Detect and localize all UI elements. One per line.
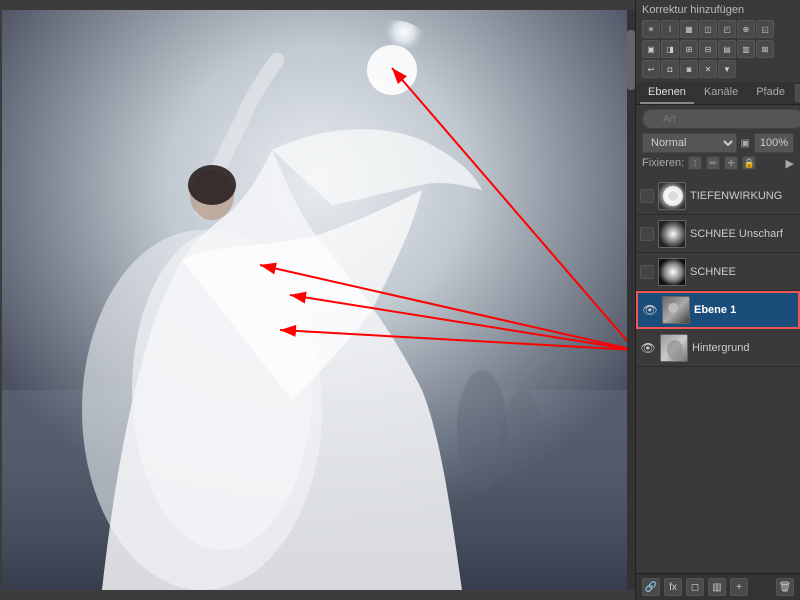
fix-lock-icon[interactable]: 🔒 xyxy=(742,156,756,170)
new-group-btn[interactable]: ▥ xyxy=(708,578,726,596)
layer-schnee-unscharf[interactable]: SCHNEE Unscharf xyxy=(636,215,800,253)
gradient-icon[interactable]: ◙ xyxy=(680,60,698,78)
layer-hintergrund[interactable]: 👁 Hintergrund xyxy=(636,329,800,367)
layer-tiefenwirkung[interactable]: TIEFENWIRKUNG xyxy=(636,177,800,215)
tab-ebenen[interactable]: Ebenen xyxy=(640,82,694,104)
invert-icon[interactable]: ⊟ xyxy=(699,40,717,58)
panel-footer: 🔗 fx ◻ ▥ + 🗑 xyxy=(636,573,800,600)
posterize-icon[interactable]: ▤ xyxy=(718,40,736,58)
layer-name-hintergrund: Hintergrund xyxy=(692,342,796,354)
panel-header: Korrektur hinzufügen ☀ ⌇ ▦ ◫ ◰ ⊕ ◱ ▣ ◨ ⊞… xyxy=(636,0,800,82)
solid-color-icon[interactable]: ↩ xyxy=(642,60,660,78)
delete-layer-btn[interactable]: 🗑 xyxy=(776,578,794,596)
exposure-icon[interactable]: ◱ xyxy=(756,20,774,38)
layer-name-schnee-unscharf: SCHNEE Unscharf xyxy=(690,228,796,240)
layer-schnee[interactable]: SCHNEE xyxy=(636,253,800,291)
add-mask-btn[interactable]: ◻ xyxy=(686,578,704,596)
layer-name-ebene1: Ebene 1 xyxy=(694,304,794,316)
layer-eye-ebene1[interactable]: 👁 xyxy=(642,302,658,318)
tab-pfade[interactable]: Pfade xyxy=(748,82,793,104)
layer-visibility-schnee[interactable] xyxy=(640,265,654,279)
fixieren-row: Fixieren: ⁝ ✏ ✛ 🔒 ▶ xyxy=(642,156,794,170)
threshold-icon[interactable]: ▥ xyxy=(737,40,755,58)
layer-eye-hintergrund[interactable]: 👁 xyxy=(640,340,656,356)
search-wrapper: 🔍 xyxy=(642,109,800,129)
layer-thumb-schnee xyxy=(658,258,686,286)
extra1-icon[interactable]: ✕ xyxy=(699,60,717,78)
levels-icon[interactable]: ▦ xyxy=(680,20,698,38)
hsl-icon[interactable]: ◫ xyxy=(699,20,717,38)
layer-thumb-tiefenwirkung xyxy=(658,182,686,210)
fix-move-icon[interactable]: ✛ xyxy=(724,156,738,170)
search-input[interactable] xyxy=(642,109,800,129)
canvas-area xyxy=(0,0,635,600)
toolbar-row-1: ☀ ⌇ ▦ ◫ ◰ ⊕ ◱ xyxy=(642,20,794,38)
curves-icon[interactable]: ⌇ xyxy=(661,20,679,38)
canvas-scrollbar-thumb[interactable] xyxy=(627,30,635,90)
tab-kanaele[interactable]: Kanäle xyxy=(696,82,746,104)
color-balance-icon[interactable]: ◰ xyxy=(718,20,736,38)
blend-mode-select[interactable]: Normal xyxy=(642,133,737,153)
add-layer-icon[interactable]: ▼ xyxy=(718,60,736,78)
layer-thumb-ebene1 xyxy=(662,296,690,324)
layer-thumb-schnee-unscharf xyxy=(658,220,686,248)
channel-mixer-icon[interactable]: ⊞ xyxy=(680,40,698,58)
opacity-input[interactable] xyxy=(754,133,794,153)
fix-position-icon[interactable]: ⁝ xyxy=(688,156,702,170)
layer-name-schnee: SCHNEE xyxy=(690,266,796,278)
layer-ebene1[interactable]: 👁 Ebene 1 xyxy=(636,291,800,329)
blend-mode-row: Normal ▣ xyxy=(642,133,794,153)
tabs-row: Ebenen Kanäle Pfade ▼ ◱ xyxy=(636,82,800,105)
gradient-map-icon[interactable]: ▣ xyxy=(642,40,660,58)
opacity-label: ▣ xyxy=(741,138,750,149)
layer-thumb-hintergrund xyxy=(660,334,688,362)
selective-color-icon[interactable]: ⊠ xyxy=(756,40,774,58)
fix-brush-icon[interactable]: ✏ xyxy=(706,156,720,170)
fixieren-label: Fixieren: xyxy=(642,157,684,169)
new-layer-btn[interactable]: + xyxy=(730,578,748,596)
search-row: 🔍 + ▦ xyxy=(642,109,794,129)
link-layers-btn[interactable]: 🔗 xyxy=(642,578,660,596)
toolbar-row-3: ↩ ◘ ◙ ✕ ▼ xyxy=(642,60,794,78)
layer-visibility-schnee-unscharf[interactable] xyxy=(640,227,654,241)
photo-background xyxy=(2,10,632,590)
panel-controls: 🔍 + ▦ Normal ▣ Fixieren: ⁝ ✏ ✛ 🔒 ▶ xyxy=(636,105,800,177)
right-panel: Korrektur hinzufügen ☀ ⌇ ▦ ◫ ◰ ⊕ ◱ ▣ ◨ ⊞… xyxy=(635,0,800,600)
layer-visibility-tiefenwirkung[interactable] xyxy=(640,189,654,203)
layers-list: TIEFENWIRKUNG SCHNEE Unscharf SCHNEE 👁 xyxy=(636,177,800,573)
layer-name-tiefenwirkung: TIEFENWIRKUNG xyxy=(690,190,796,202)
canvas-scrollbar[interactable] xyxy=(627,10,635,590)
pattern-icon[interactable]: ◘ xyxy=(661,60,679,78)
fill-label: ▶ xyxy=(786,157,794,170)
panel-menu-icon[interactable]: ▼ xyxy=(795,84,800,102)
vibrance-icon[interactable]: ⊕ xyxy=(737,20,755,38)
photo-filter-icon[interactable]: ◨ xyxy=(661,40,679,58)
panel-title: Korrektur hinzufügen xyxy=(642,4,794,16)
toolbar-row-2: ▣ ◨ ⊞ ⊟ ▤ ▥ ⊠ xyxy=(642,40,794,58)
brightness-icon[interactable]: ☀ xyxy=(642,20,660,38)
add-style-btn[interactable]: fx xyxy=(664,578,682,596)
